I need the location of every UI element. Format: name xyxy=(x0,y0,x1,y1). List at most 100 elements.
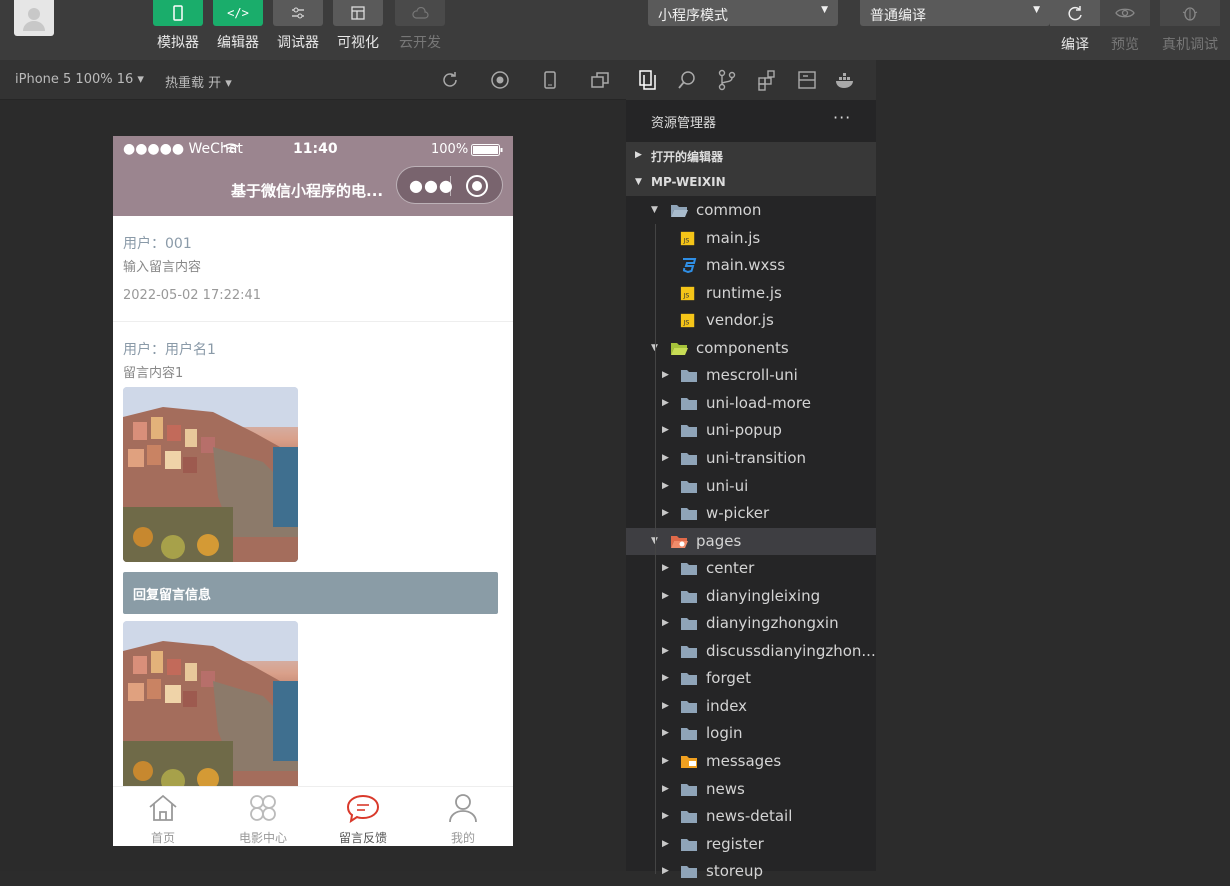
compile-button[interactable]: 编译 xyxy=(1050,0,1100,54)
tree-item[interactable]: ▶ uni-ui xyxy=(626,473,876,501)
tree-item[interactable]: ▶ index xyxy=(626,693,876,721)
user-avatar[interactable] xyxy=(14,0,54,36)
chevron-down-icon: ▼ xyxy=(635,177,642,187)
svg-text:JS: JS xyxy=(683,292,690,299)
preview-button[interactable]: 预览 xyxy=(1100,0,1150,54)
rotate-icon[interactable] xyxy=(440,70,460,90)
reply-photo[interactable] xyxy=(123,621,298,786)
compile-select-value: 普通编译 xyxy=(870,8,926,24)
search-icon[interactable] xyxy=(676,69,698,91)
detach-window-icon[interactable] xyxy=(590,70,610,90)
cloud-label: 云开发 xyxy=(399,35,441,51)
more-actions-icon[interactable]: ··· xyxy=(833,108,851,127)
mode-select-value: 小程序模式 xyxy=(658,8,728,24)
debugger-label: 调试器 xyxy=(277,35,319,51)
editor-tool[interactable]: </> 编辑器 xyxy=(211,0,265,52)
tree-item[interactable]: JS runtime.js xyxy=(626,280,876,308)
page-title: 基于微信小程序的电... xyxy=(231,182,384,200)
simulator-bar: iPhone 5 100% 16 ▾ 热重载 开 ▾ xyxy=(0,60,626,100)
avatar-icon xyxy=(23,8,45,31)
device-icon[interactable] xyxy=(540,70,560,90)
open-editors-section[interactable]: ▶ 打开的编辑器 xyxy=(626,142,876,169)
tree-item[interactable]: JS main.js xyxy=(626,225,876,253)
device-select[interactable]: iPhone 5 100% 16 ▾ xyxy=(15,72,144,87)
chevron-right-icon: ▶ xyxy=(662,480,669,491)
tab-movie-center-label: 电影中心 xyxy=(238,831,287,845)
cloud-tool[interactable]: 云开发 xyxy=(393,0,447,52)
tree-item[interactable]: ▶ mescroll-uni xyxy=(626,362,876,390)
chevron-right-icon: ▶ xyxy=(662,425,669,436)
simulator-label: 模拟器 xyxy=(157,35,199,51)
tree-item[interactable]: ▶ discussdianyingzhon... xyxy=(626,638,876,666)
tab-movie-center[interactable]: 电影中心 xyxy=(213,793,313,846)
tree-item[interactable]: ▼components xyxy=(626,335,876,363)
tab-profile[interactable]: 我的 xyxy=(413,793,513,846)
tab-home-label: 首页 xyxy=(150,831,175,845)
tree-item[interactable]: ▼pages xyxy=(626,527,876,556)
close-capsule-icon[interactable] xyxy=(466,175,488,197)
message-photo[interactable] xyxy=(123,387,298,562)
tab-feedback[interactable]: 留言反馈 xyxy=(313,793,413,846)
activity-bar xyxy=(626,60,876,100)
chevron-right-icon: ▶ xyxy=(662,866,669,877)
tab-feedback-label: 留言反馈 xyxy=(338,831,387,845)
tree-item[interactable]: ▶ dianyingzhongxin xyxy=(626,610,876,638)
tree-item[interactable]: ▶ center xyxy=(626,555,876,583)
debugger-tool[interactable]: 调试器 xyxy=(271,0,325,52)
tree-item[interactable]: ▶ login xyxy=(626,720,876,748)
project-section[interactable]: ▼ MP-WEIXIN xyxy=(626,169,876,196)
simulator-tool[interactable]: 模拟器 xyxy=(151,0,205,52)
device-debug-label: 真机调试 xyxy=(1162,37,1218,53)
clock-label: 11:40 xyxy=(293,141,338,157)
mode-select[interactable]: 小程序模式 ▼ xyxy=(648,0,838,26)
more-icon[interactable]: ●●● xyxy=(409,176,454,195)
tree-item-label: dianyingzhongxin xyxy=(706,614,839,633)
tree-item[interactable]: ▶ forget xyxy=(626,665,876,693)
tree-item[interactable]: ▶ storeup xyxy=(626,858,876,886)
tree-item-label: dianyingleixing xyxy=(706,586,821,605)
tree-item-label: login xyxy=(706,724,743,743)
tree-item[interactable]: ▶ register xyxy=(626,831,876,859)
docker-icon[interactable] xyxy=(834,69,856,91)
tree-item[interactable]: main.wxss xyxy=(626,252,876,280)
tree-item-label: news xyxy=(706,779,745,798)
list-item[interactable]: 用户：001 输入留言内容 2022-05-02 17:22:41 xyxy=(113,216,513,322)
tree-item[interactable]: ▶ news-detail xyxy=(626,803,876,831)
refresh-icon xyxy=(1068,6,1082,21)
tree-item[interactable]: ▶ dianyingleixing xyxy=(626,583,876,611)
source-control-icon[interactable] xyxy=(716,69,738,91)
tree-item[interactable]: ▶ uni-transition xyxy=(626,445,876,473)
eye-icon xyxy=(1115,8,1135,18)
bug-icon xyxy=(1182,7,1198,21)
record-icon[interactable] xyxy=(490,70,510,90)
tree-item[interactable]: ▶ w-picker xyxy=(626,500,876,528)
tree-item[interactable]: ▶ uni-popup xyxy=(626,417,876,445)
visual-tool[interactable]: 可视化 xyxy=(331,0,385,52)
device-debug-button[interactable]: 真机调试 xyxy=(1160,0,1220,54)
home-icon xyxy=(149,794,177,821)
chat-icon xyxy=(346,794,380,824)
tree-item[interactable]: JS vendor.js xyxy=(626,307,876,335)
cloud-icon xyxy=(412,7,429,19)
chevron-down-icon: ▼ xyxy=(651,205,658,215)
storage-icon[interactable] xyxy=(796,69,818,91)
message-time: 2022-05-02 17:22:41 xyxy=(123,288,262,303)
tree-item-label: messages xyxy=(706,752,782,770)
menu-capsule[interactable]: ●●● xyxy=(396,166,503,204)
chevron-right-icon: ▶ xyxy=(662,563,669,574)
hot-reload-toggle[interactable]: 热重载 开 ▾ xyxy=(165,72,232,91)
tree-item[interactable]: ▶ messages xyxy=(626,748,876,776)
svg-text:JS: JS xyxy=(683,320,690,327)
files-icon[interactable] xyxy=(636,69,658,91)
extensions-icon[interactable] xyxy=(756,69,778,91)
simulator-area: ●●●●● WeChat 11:40 100% 基于微信小程序的电... ●●●… xyxy=(0,100,626,871)
tree-item[interactable]: ▶ uni-load-more xyxy=(626,390,876,418)
message-text: 留言内容1 xyxy=(123,366,184,381)
tree-item[interactable]: ▼ common xyxy=(626,197,876,225)
tree-item[interactable]: ▶ news xyxy=(626,776,876,804)
compile-select[interactable]: 普通编译 ▼ xyxy=(860,0,1050,26)
preview-label: 预览 xyxy=(1111,37,1139,53)
tab-home[interactable]: 首页 xyxy=(113,793,213,846)
phone-screen: ●●●●● WeChat 11:40 100% 基于微信小程序的电... ●●●… xyxy=(113,136,513,846)
chevron-right-icon: ▶ xyxy=(662,838,669,849)
